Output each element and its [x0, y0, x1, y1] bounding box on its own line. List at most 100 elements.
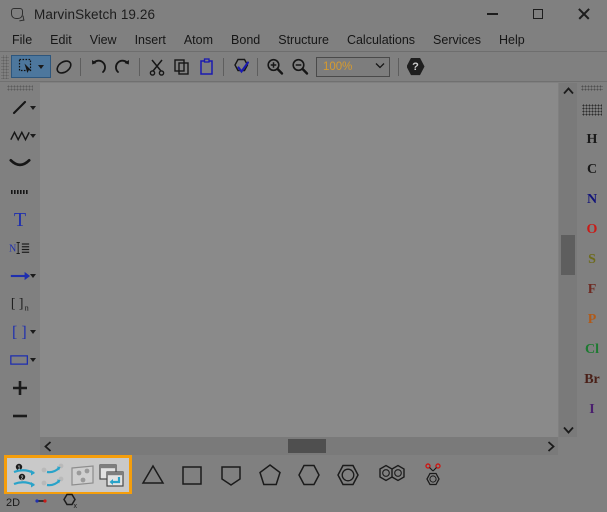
horizontal-scroll-thumb[interactable]: [288, 439, 326, 453]
vertical-scroll-thumb[interactable]: [561, 235, 575, 275]
canvas-vertical-scrollbar[interactable]: [559, 83, 577, 437]
menu-item-structure[interactable]: Structure: [269, 31, 338, 49]
periodic-table-button[interactable]: [577, 95, 607, 125]
molecule-card-icon[interactable]: [69, 462, 96, 489]
canvas-horizontal-scrollbar[interactable]: [40, 437, 558, 455]
atom-label-tool[interactable]: N: [0, 234, 40, 262]
template-toolbar: 1 2: [0, 455, 607, 495]
chain-tool[interactable]: [0, 122, 40, 150]
cyclopentane-template[interactable]: [257, 462, 283, 488]
bracket-icon: [ ]: [9, 321, 31, 343]
no-structure-icon[interactable]: x: [62, 493, 78, 512]
bracket-repeat-tool[interactable]: [ ] n: [0, 290, 40, 318]
curved-arrow-tool[interactable]: [0, 150, 40, 178]
menu-item-edit[interactable]: Edit: [41, 31, 81, 49]
help-question-icon: ?: [407, 58, 425, 76]
plus-icon: [9, 377, 31, 399]
left-toolbar-drag-handle[interactable]: [7, 85, 33, 91]
drawing-canvas[interactable]: [40, 83, 558, 437]
dimension-indicator[interactable]: 2D: [6, 497, 20, 509]
select-tool-dropdown-caret[interactable]: [38, 65, 44, 69]
zoom-level-value: 100%: [323, 61, 352, 73]
help-button[interactable]: ?: [403, 54, 428, 79]
redo-button[interactable]: [110, 54, 135, 79]
bracket-dropdown-caret[interactable]: [30, 330, 36, 334]
zoom-level-combobox[interactable]: 100%: [316, 57, 390, 77]
scroll-up-arrow-icon[interactable]: [559, 83, 577, 98]
svg-text:x: x: [74, 503, 78, 509]
element-button-p[interactable]: P: [577, 305, 607, 335]
cyclohexane-template[interactable]: [296, 462, 322, 488]
ring-template-row: [140, 455, 447, 495]
select-tool-button[interactable]: [11, 55, 51, 78]
scroll-right-arrow-icon[interactable]: [543, 437, 558, 455]
element-button-s[interactable]: S: [577, 245, 607, 275]
element-button-br[interactable]: Br: [577, 365, 607, 395]
menu-item-atom[interactable]: Atom: [175, 31, 222, 49]
partial-map-arrows-icon[interactable]: [40, 462, 67, 489]
paste-button[interactable]: [194, 54, 219, 79]
copy-button[interactable]: [169, 54, 194, 79]
chevron-down-icon[interactable]: [375, 62, 385, 72]
svg-text:[ ]: [ ]: [11, 296, 24, 311]
undo-button[interactable]: [85, 54, 110, 79]
dotted-bond-tool[interactable]: [0, 178, 40, 206]
menu-item-calculations[interactable]: Calculations: [338, 31, 424, 49]
cyclobutane-template[interactable]: [179, 462, 205, 488]
element-button-cl[interactable]: Cl: [577, 335, 607, 365]
benzoic-acid-template[interactable]: [421, 462, 447, 488]
molecule-marker-icon[interactable]: [34, 494, 48, 512]
marvin-flask-icon: [10, 6, 26, 22]
text-tool[interactable]: T: [0, 206, 40, 234]
cut-button[interactable]: [144, 54, 169, 79]
zoom-out-button[interactable]: [287, 54, 312, 79]
bracket-tool[interactable]: [ ]: [0, 318, 40, 346]
element-palette-drag-handle[interactable]: [581, 85, 603, 91]
structure-check-button[interactable]: [228, 54, 253, 79]
reaction-map-arrows-icon[interactable]: 1 2: [11, 462, 38, 489]
single-bond-dropdown-caret[interactable]: [30, 106, 36, 110]
reaction-arrow-tool[interactable]: [0, 262, 40, 290]
zoom-in-button[interactable]: [262, 54, 287, 79]
element-button-i[interactable]: I: [577, 395, 607, 425]
cyclopropane-template[interactable]: [140, 462, 166, 488]
text-T-icon: T: [9, 209, 31, 231]
single-bond-icon: [9, 97, 31, 119]
main-toolbar: 100% ?: [0, 52, 607, 82]
scroll-down-arrow-icon[interactable]: [559, 422, 577, 437]
element-button-n[interactable]: N: [577, 185, 607, 215]
element-button-c[interactable]: C: [577, 155, 607, 185]
menu-bar: File Edit View Insert Atom Bond Structur…: [0, 28, 607, 52]
single-bond-tool[interactable]: [0, 94, 40, 122]
toolbar-drag-handle[interactable]: [1, 55, 9, 79]
rectangle-icon: [9, 349, 31, 371]
element-button-o[interactable]: O: [577, 215, 607, 245]
window-return-icon[interactable]: [98, 462, 125, 489]
benzene-template[interactable]: [335, 462, 361, 488]
menu-item-services[interactable]: Services: [424, 31, 490, 49]
element-button-h[interactable]: H: [577, 125, 607, 155]
charge-minus-tool[interactable]: [0, 402, 40, 430]
toolbar-separator: [257, 58, 258, 76]
reaction-tools-group: 1 2: [4, 455, 132, 495]
maximize-button[interactable]: [515, 0, 561, 28]
menu-item-view[interactable]: View: [81, 31, 126, 49]
toolbar-separator: [139, 58, 140, 76]
minimize-button[interactable]: [469, 0, 515, 28]
rectangle-tool[interactable]: [0, 346, 40, 374]
svg-text:2: 2: [21, 475, 24, 481]
menu-item-bond[interactable]: Bond: [222, 31, 269, 49]
close-button[interactable]: [561, 0, 607, 28]
naphthalene-template[interactable]: [374, 462, 408, 488]
chain-dropdown-caret[interactable]: [30, 134, 36, 138]
cyclopentadiene-template[interactable]: [218, 462, 244, 488]
menu-item-insert[interactable]: Insert: [126, 31, 175, 49]
reaction-arrow-dropdown-caret[interactable]: [30, 274, 36, 278]
menu-item-file[interactable]: File: [3, 31, 41, 49]
charge-plus-tool[interactable]: [0, 374, 40, 402]
eraser-tool-button[interactable]: [51, 54, 76, 79]
menu-item-help[interactable]: Help: [490, 31, 534, 49]
scroll-left-arrow-icon[interactable]: [40, 437, 55, 455]
element-button-f[interactable]: F: [577, 275, 607, 305]
rectangle-dropdown-caret[interactable]: [30, 358, 36, 362]
